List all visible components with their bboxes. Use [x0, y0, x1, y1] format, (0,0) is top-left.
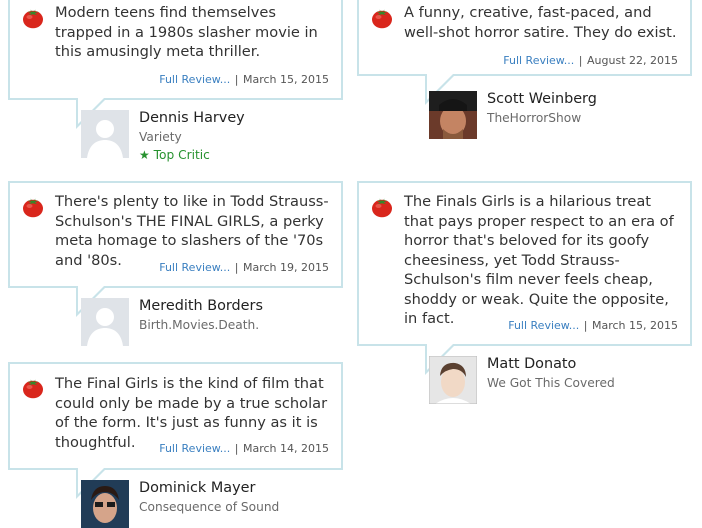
avatar — [81, 110, 129, 158]
review-meta: Full Review... | March 19, 2015 — [159, 261, 329, 274]
review-date: March 19, 2015 — [242, 261, 329, 274]
review-meta: Full Review... | March 15, 2015 — [508, 319, 678, 332]
review-card: There's plenty to like in Todd Strauss-S… — [8, 181, 343, 317]
critic-name[interactable]: Dominick Mayer — [139, 480, 255, 496]
review-card: The Finals Girls is a hilarious treat th… — [357, 181, 692, 375]
top-critic-label: Top Critic — [153, 148, 210, 162]
avatar — [81, 298, 129, 346]
review-card: A funny, creative, fast-paced, and well-… — [357, 0, 692, 105]
meta-separator: | — [234, 261, 239, 274]
review-meta: Full Review... | March 15, 2015 — [159, 73, 329, 86]
critic-name[interactable]: Meredith Borders — [139, 298, 263, 314]
fresh-tomato-icon — [22, 7, 44, 29]
full-review-link[interactable]: Full Review... — [503, 54, 574, 67]
meta-separator: | — [578, 54, 583, 67]
review-date: March 15, 2015 — [242, 73, 329, 86]
review-quote: Modern teens find themselves trapped in … — [55, 4, 318, 60]
critic-publication: Consequence of Sound — [139, 500, 280, 514]
avatar — [81, 480, 129, 528]
meta-separator: | — [234, 442, 239, 455]
meta-separator: | — [583, 319, 588, 332]
fresh-tomato-icon — [371, 7, 393, 29]
review-quote: The Final Girls is the kind of film that… — [55, 375, 328, 451]
review-quote: There's plenty to like in Todd Strauss-S… — [55, 193, 329, 269]
review-meta: Full Review... | March 14, 2015 — [159, 442, 329, 455]
critic-publication: We Got This Covered — [487, 376, 615, 390]
critic-publication: Variety — [139, 130, 182, 144]
critic-publication: Birth.Movies.Death. — [139, 318, 260, 332]
full-review-link[interactable]: Full Review... — [159, 442, 230, 455]
review-date: March 15, 2015 — [591, 319, 678, 332]
critic-name[interactable]: Matt Donato — [487, 356, 576, 372]
fresh-tomato-icon — [371, 196, 393, 218]
critic-name[interactable]: Scott Weinberg — [487, 91, 597, 107]
top-critic-badge: ★ Top Critic — [139, 148, 210, 162]
meta-separator: | — [234, 73, 239, 86]
full-review-link[interactable]: Full Review... — [159, 73, 230, 86]
review-card: Modern teens find themselves trapped in … — [8, 0, 343, 129]
review-quote: A funny, creative, fast-paced, and well-… — [404, 4, 677, 41]
avatar — [429, 91, 477, 139]
review-quote: The Finals Girls is a hilarious treat th… — [404, 193, 674, 327]
review-card: The Final Girls is the kind of film that… — [8, 362, 343, 499]
full-review-link[interactable]: Full Review... — [508, 319, 579, 332]
fresh-tomato-icon — [22, 196, 44, 218]
review-meta: Full Review... | August 22, 2015 — [503, 54, 678, 67]
star-icon: ★ — [139, 148, 150, 162]
avatar — [429, 356, 477, 404]
fresh-tomato-icon — [22, 377, 44, 399]
critic-publication: TheHorrorShow — [487, 111, 582, 125]
critic-name[interactable]: Dennis Harvey — [139, 110, 245, 126]
full-review-link[interactable]: Full Review... — [159, 261, 230, 274]
review-date: August 22, 2015 — [587, 54, 678, 67]
review-date: March 14, 2015 — [242, 442, 329, 455]
